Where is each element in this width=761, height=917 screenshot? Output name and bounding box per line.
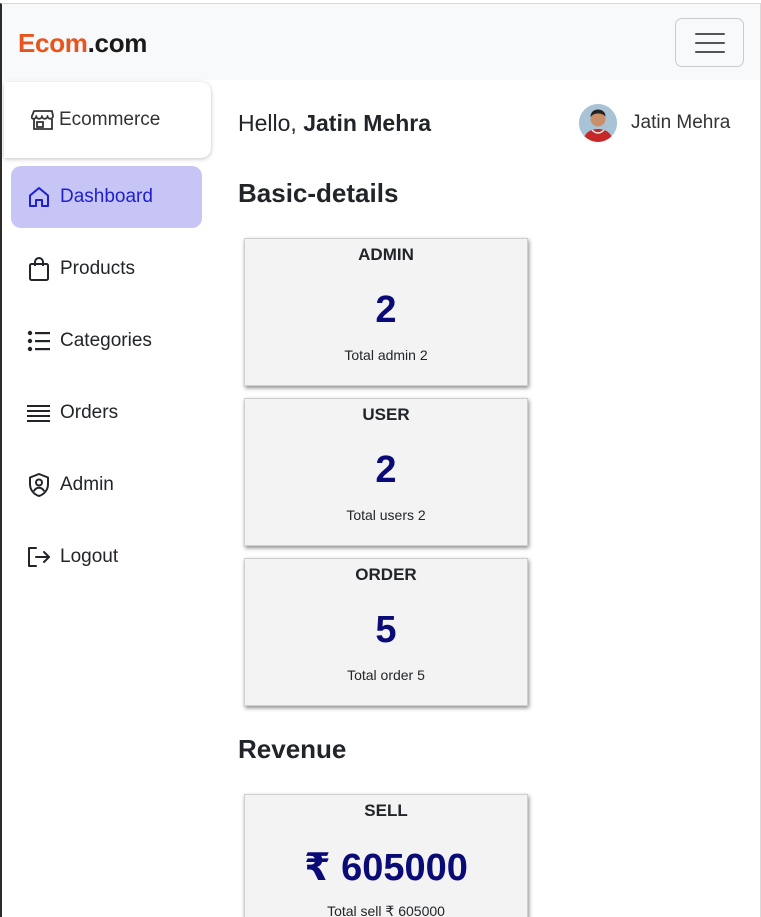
stat-value: 2 xyxy=(375,449,397,491)
greeting-text: Hello, Jatin Mehra xyxy=(238,110,431,137)
stat-card-admin: ADMIN 2 Total admin 2 xyxy=(244,238,528,386)
sidebar-item-label: Categories xyxy=(60,330,152,351)
sidebar-item-products[interactable]: Products xyxy=(11,238,202,300)
stat-card-user: USER 2 Total users 2 xyxy=(244,398,528,546)
sidebar-item-dashboard[interactable]: Dashboard xyxy=(11,166,202,228)
stat-label: ORDER xyxy=(355,565,417,584)
stat-label: SELL xyxy=(364,801,408,820)
user-chip-name: Jatin Mehra xyxy=(631,112,731,133)
section-title-revenue: Revenue xyxy=(238,734,347,764)
stat-card-order: ORDER 5 Total order 5 xyxy=(244,558,528,706)
sidebar-store-header[interactable]: Ecommerce xyxy=(4,82,211,158)
storefront-icon xyxy=(31,110,54,130)
sidebar-item-logout[interactable]: Logout xyxy=(11,526,202,588)
stat-caption: Total order 5 xyxy=(347,667,425,683)
avatar[interactable] xyxy=(579,104,617,142)
stat-label: ADMIN xyxy=(358,245,414,264)
greeting-user-name: Jatin Mehra xyxy=(303,110,432,136)
hamburger-menu-icon xyxy=(694,32,725,35)
sidebar-item-admin[interactable]: Admin xyxy=(11,454,202,516)
stat-label: USER xyxy=(362,405,410,424)
sidebar-store-label: Ecommerce xyxy=(59,109,161,130)
shield-user-icon xyxy=(29,473,49,497)
user-profile-chip[interactable]: Jatin Mehra xyxy=(579,104,730,142)
brand-logo[interactable]: Ecom.com xyxy=(18,28,147,59)
lines-icon xyxy=(27,405,50,422)
sidebar-item-categories[interactable]: Categories xyxy=(11,310,202,372)
stat-caption: Total sell ₹ 605000 xyxy=(327,903,445,917)
stat-value: ₹ 605000 xyxy=(304,847,468,889)
app-window: Ecom.com Ecommerce Dashboard Products Ca… xyxy=(0,3,761,917)
sidebar-item-label: Products xyxy=(60,258,135,279)
sidebar-item-orders[interactable]: Orders xyxy=(11,382,202,444)
shopping-bag-icon xyxy=(29,257,49,281)
stat-value: 5 xyxy=(375,609,397,651)
hamburger-line xyxy=(694,41,725,44)
sidebar-item-label: Logout xyxy=(60,546,119,567)
sidebar-item-label: Dashboard xyxy=(60,186,153,207)
avatar-image xyxy=(579,104,617,142)
stat-card-sell: SELL ₹ 605000 Total sell ₹ 605000 xyxy=(244,794,528,917)
brand-name-part1: Ecom xyxy=(18,28,88,58)
logout-icon xyxy=(28,547,50,567)
home-icon xyxy=(29,187,49,207)
top-navbar: Ecom.com xyxy=(2,4,760,80)
stat-caption: Total admin 2 xyxy=(344,347,428,363)
brand-name-part2: .com xyxy=(87,28,148,58)
hamburger-line xyxy=(694,50,725,53)
stat-value: 2 xyxy=(375,289,397,331)
greeting-prefix: Hello, xyxy=(238,110,304,136)
section-title-basic-details: Basic-details xyxy=(238,178,399,208)
sidebar-item-label: Admin xyxy=(60,474,114,495)
sidebar-item-label: Orders xyxy=(60,402,119,423)
hamburger-menu-button[interactable] xyxy=(675,18,744,67)
stat-caption: Total users 2 xyxy=(346,507,426,523)
list-icon xyxy=(27,330,50,352)
